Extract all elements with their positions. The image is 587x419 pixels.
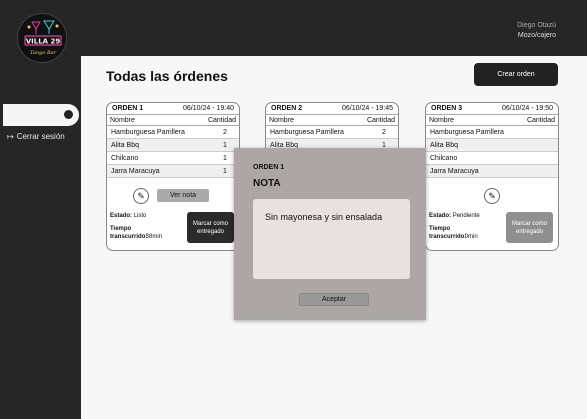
items-table-header: Nombre Cantidad	[266, 115, 398, 126]
table-row: Hamburguesa Parrillera	[426, 126, 558, 139]
order-id: ORDEN 1	[112, 105, 144, 112]
modal-title: NOTA	[253, 178, 281, 189]
item-name: Chilcano	[430, 154, 458, 162]
create-order-button[interactable]: Crear orden	[474, 63, 558, 86]
order-header: ORDEN 3 06/10/24 - 19:50	[426, 103, 558, 115]
item-qty: 1	[223, 154, 227, 162]
order-card-1: ORDEN 1 06/10/24 - 19:40 Nombre Cantidad…	[106, 102, 240, 251]
mark-delivered-button[interactable]: Marcar como entregado	[187, 212, 234, 243]
items-list: Hamburguesa Parrillera 2 Alita Bbq 1 Chilc…	[107, 126, 239, 178]
items-table-header: Nombre Cantidad	[426, 115, 558, 126]
items-list: Hamburguesa Parrillera Alita Bbq Chilcan…	[426, 126, 558, 178]
table-row: Chilcano	[426, 152, 558, 165]
item-name: Alita Bbq	[430, 141, 459, 149]
order-actions: ✎ Ver nota	[107, 186, 239, 206]
view-note-button[interactable]: Ver nota	[157, 189, 209, 202]
col-qty: Cantidad	[366, 116, 395, 124]
table-row: Alita Bbq 1	[107, 139, 239, 152]
order-datetime: 06/10/24 - 19:45	[342, 105, 393, 112]
item-qty: 2	[382, 128, 386, 136]
col-name: Nombre	[429, 116, 454, 124]
note-modal: ORDEN 1 NOTA Sin mayonesa y sin ensalada…	[234, 148, 426, 320]
item-name: Jarra Maracuya	[430, 167, 479, 175]
elapsed-time: Tiempo transcurrido: 0min	[429, 225, 478, 241]
brand-logo: VILLA 29 Tango Bar	[17, 13, 67, 63]
order-actions: ✎	[426, 186, 558, 206]
item-name: Hamburguesa Parrillera	[270, 128, 344, 136]
elapsed-label: Tiempo transcurrido:	[110, 226, 148, 240]
top-bar: Diego Otazú Mozo/cajero	[81, 0, 587, 56]
col-name: Nombre	[110, 116, 135, 124]
order-header: ORDEN 1 06/10/24 - 19:40	[107, 103, 239, 115]
order-status: Estado: Listo	[110, 213, 146, 219]
page-title: Todas las órdenes	[106, 68, 228, 84]
order-id: ORDEN 3	[431, 105, 463, 112]
user-role: Mozo/cajero	[517, 32, 556, 39]
item-name: Hamburguesa Parrillera	[111, 128, 185, 136]
item-qty: 1	[223, 167, 227, 175]
elapsed-value: 0min	[464, 234, 478, 240]
status-value: Listo	[133, 213, 147, 219]
table-row: Hamburguesa Parrillera 2	[266, 126, 398, 139]
col-qty: Cantidad	[207, 116, 236, 124]
edit-note-icon[interactable]: ✎	[484, 188, 500, 204]
logout-label: Cerrar sesión	[16, 132, 65, 141]
order-datetime: 06/10/24 - 19:50	[502, 105, 553, 112]
status-label: Estado:	[429, 213, 452, 219]
table-row: Chilcano 1	[107, 152, 239, 165]
order-card-3: ORDEN 3 06/10/24 - 19:50 Nombre Cantidad…	[425, 102, 559, 251]
order-datetime: 06/10/24 - 19:40	[183, 105, 234, 112]
sidebar-item-active[interactable]	[3, 104, 79, 126]
table-row: Jarra Maracuya	[426, 165, 558, 178]
col-name: Nombre	[269, 116, 294, 124]
active-dot-icon	[64, 110, 73, 119]
elapsed-value: 38min	[145, 234, 163, 240]
item-name: Chilcano	[111, 154, 139, 162]
logout-icon: ↦	[7, 132, 14, 141]
item-name: Jarra Maracuya	[111, 167, 160, 175]
status-label: Estado:	[110, 213, 133, 219]
items-table-header: Nombre Cantidad	[107, 115, 239, 126]
order-status: Estado: Pendiente	[429, 213, 480, 219]
order-id: ORDEN 2	[271, 105, 303, 112]
elapsed-label: Tiempo transcurrido:	[429, 226, 467, 240]
status-value: Pendiente	[452, 213, 480, 219]
item-name: Hamburguesa Parrillera	[430, 128, 504, 136]
note-text: Sin mayonesa y sin ensalada	[253, 199, 410, 279]
order-header: ORDEN 2 06/10/24 - 19:45	[266, 103, 398, 115]
elapsed-time: Tiempo transcurrido: 38min	[110, 225, 162, 241]
modal-order-id: ORDEN 1	[253, 164, 285, 171]
accept-button[interactable]: Aceptar	[299, 293, 369, 306]
table-row: Jarra Maracuya 1	[107, 165, 239, 178]
user-name: Diego Otazú	[517, 22, 556, 29]
logout-button[interactable]: ↦ Cerrar sesión	[7, 132, 65, 141]
svg-text:Tango Bar: Tango Bar	[30, 50, 57, 56]
item-qty: 1	[223, 141, 227, 149]
edit-note-icon[interactable]: ✎	[133, 188, 149, 204]
item-name: Alita Bbq	[111, 141, 140, 149]
item-qty: 2	[223, 128, 227, 136]
sidebar: VILLA 29 Tango Bar ↦ Cerrar sesión	[0, 0, 81, 419]
table-row: Hamburguesa Parrillera 2	[107, 126, 239, 139]
col-qty: Cantidad	[526, 116, 555, 124]
svg-text:VILLA 29: VILLA 29	[26, 38, 61, 46]
mark-delivered-button[interactable]: Marcar como entregado	[506, 212, 553, 243]
table-row: Alita Bbq	[426, 139, 558, 152]
